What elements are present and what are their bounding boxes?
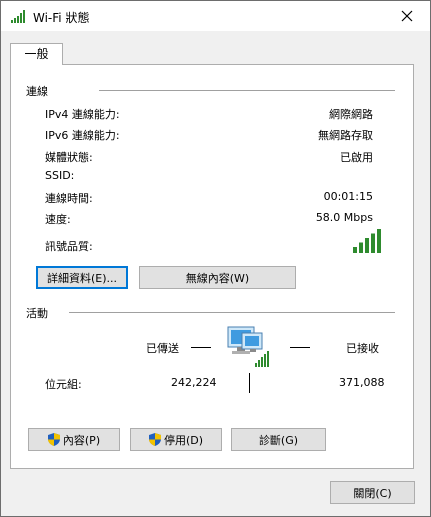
media-state-label: 媒體狀態: [45, 151, 93, 164]
media-state-value: 已啟用 [340, 151, 373, 164]
duration-value: 00:01:15 [323, 190, 373, 203]
activity-group-label: 活動 [26, 307, 48, 320]
diagnose-button[interactable]: 診斷(G) [231, 428, 326, 451]
ipv6-connectivity-label: IPv6 連線能力: [45, 129, 120, 142]
received-connector-line [290, 347, 310, 348]
tab-panel-general: 連線 IPv4 連線能力: 網際網路 IPv6 連線能力: 無網路存取 媒體狀態… [10, 64, 414, 469]
connection-group-divider [99, 90, 395, 91]
signal-bar [371, 233, 375, 253]
signal-bar [359, 242, 363, 253]
details-button[interactable]: 詳細資料(E)... [36, 266, 128, 289]
ipv4-connectivity-value: 網際網路 [329, 108, 373, 121]
activity-divider [249, 373, 250, 393]
tab-general[interactable]: 一般 [10, 43, 63, 65]
signal-bar [377, 229, 381, 253]
activity-group-divider [69, 312, 395, 313]
uac-shield-icon [148, 433, 161, 446]
bytes-sent-value: 242,224 [171, 376, 217, 389]
ipv4-connectivity-label: IPv4 連線能力: [45, 108, 120, 121]
bytes-received-value: 371,088 [339, 376, 385, 389]
properties-button-label: 內容(P) [62, 433, 101, 447]
speed-label: 速度: [45, 213, 71, 226]
speed-value: 58.0 Mbps [315, 211, 373, 224]
window-title: Wi-Fi 狀態 [33, 11, 90, 25]
properties-button[interactable]: 內容(P) [28, 428, 120, 451]
close-button[interactable]: 關閉(C) [330, 481, 415, 504]
wifi-signal-icon [11, 10, 25, 23]
sent-label: 已傳送 [146, 342, 179, 355]
bytes-label: 位元組: [45, 378, 82, 391]
disable-button-label: 停用(D) [163, 433, 204, 447]
sent-connector-line [191, 347, 211, 348]
ipv6-connectivity-value: 無網路存取 [318, 129, 373, 142]
signal-quality-icon [353, 229, 381, 253]
wifi-status-dialog: Wi-Fi 狀態 一般 連線 IPv4 連線能力: 網際網路 IPv6 連線能力… [0, 0, 431, 517]
signal-bar [353, 247, 357, 253]
signal-bar [365, 238, 369, 253]
network-computer-icon [227, 326, 269, 367]
ssid-label: SSID: [45, 169, 75, 182]
close-window-button[interactable] [384, 1, 430, 31]
uac-shield-icon [47, 433, 60, 446]
connection-group-label: 連線 [26, 85, 48, 98]
wireless-properties-button[interactable]: 無線內容(W) [139, 266, 296, 289]
signal-quality-label: 訊號品質: [45, 240, 93, 253]
close-icon [401, 10, 413, 22]
duration-label: 連線時間: [45, 192, 93, 205]
received-label: 已接收 [346, 342, 379, 355]
disable-button[interactable]: 停用(D) [130, 428, 222, 451]
title-bar[interactable]: Wi-Fi 狀態 [1, 1, 430, 31]
